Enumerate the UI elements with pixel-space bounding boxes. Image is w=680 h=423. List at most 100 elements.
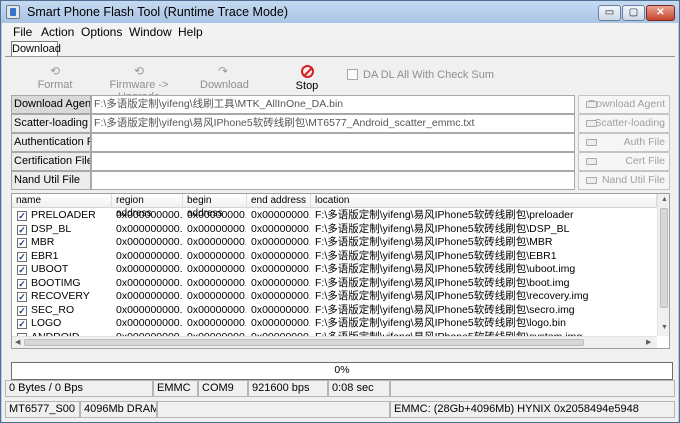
list-header: name region address begin address end ad… <box>12 194 657 219</box>
scroll-right-icon[interactable]: ▶ <box>646 338 651 346</box>
row-checkbox[interactable]: ✓ <box>17 305 27 316</box>
folder-icon <box>586 101 597 108</box>
row-checkbox[interactable]: ✓ <box>17 251 27 262</box>
table-row[interactable]: ✓ DSP_BL 0x000000000... 0x00000000... 0x0000… <box>12 223 657 237</box>
row-checkbox[interactable]: ✓ <box>17 319 27 329</box>
download-button[interactable]: ↷ Download <box>200 64 249 91</box>
table-row[interactable]: ✓ SEC_RO 0x000000000... 0x00000000... 0x0000… <box>12 304 657 318</box>
menu-help[interactable]: Help <box>178 25 203 39</box>
download-agent-button[interactable]: Download Agent <box>578 95 670 114</box>
da-dl-all-checkbox[interactable] <box>347 69 358 80</box>
vertical-scroll-thumb[interactable] <box>660 208 668 308</box>
table-row[interactable]: ✓ MBR 0x000000000... 0x00000000... 0x0000000… <box>12 236 657 250</box>
cert-file-button[interactable]: Cert File <box>578 152 670 171</box>
table-row[interactable]: ✓ PRELOADER 0x000000000... 0x00000000... 0x0… <box>12 209 657 223</box>
download-agent-label: Download Agent <box>11 95 91 114</box>
scroll-down-icon[interactable]: ▼ <box>661 324 668 331</box>
row-location: F:\多语版定制\yifeng\易风IPhone5软砖线刷包\preloader <box>315 209 574 221</box>
row-checkbox[interactable]: ✓ <box>17 211 27 221</box>
vertical-scrollbar[interactable]: ▲ ▼ <box>657 194 669 336</box>
status-blank <box>157 401 390 418</box>
row-end-address: 0x00000000... <box>251 236 310 248</box>
auth-file-button[interactable]: Auth File <box>578 133 670 152</box>
cert-file-button-label: Cert File <box>625 155 665 167</box>
table-row[interactable]: ✓ BOOTIMG 0x000000000... 0x00000000... 0x000… <box>12 277 657 291</box>
row-begin-address: 0x00000000... <box>187 303 246 316</box>
app-window: Smart Phone Flash Tool (Runtime Trace Mo… <box>0 0 680 423</box>
row-checkbox[interactable]: ✓ <box>17 292 27 302</box>
row-name: LOGO <box>31 317 62 329</box>
menu-bar: File Action Options Window Help <box>2 23 678 41</box>
format-icon: ⟲ <box>49 64 61 78</box>
row-end-address: 0x00000000... <box>251 303 310 316</box>
transfer-rate-status: 0 Bytes / 0 Bps <box>5 380 153 397</box>
horizontal-scroll-thumb[interactable] <box>24 339 584 346</box>
auth-file-button-label: Auth File <box>623 136 665 148</box>
partition-list: name region address begin address end ad… <box>11 193 670 349</box>
row-name: SEC_RO <box>31 303 75 316</box>
window-title: Smart Phone Flash Tool (Runtime Trace Mo… <box>27 5 288 19</box>
row-region-address: 0x000000000... <box>116 290 182 302</box>
download-icon: ↷ <box>217 64 229 78</box>
download-agent-field[interactable]: F:\多语版定制\yifeng\线刷工具\MTK_AllInOne_DA.bin <box>91 95 575 114</box>
scatter-loading-button[interactable]: Scatter-loading <box>578 114 670 133</box>
menu-action[interactable]: Action <box>41 25 74 39</box>
row-checkbox[interactable]: ✓ <box>17 238 27 248</box>
row-location: F:\多语版定制\yifeng\易风IPhone5软砖线刷包\MBR <box>315 236 553 248</box>
menu-window[interactable]: Window <box>129 25 172 39</box>
nand-util-file-label: Nand Util File <box>11 171 91 190</box>
row-checkbox[interactable]: ✓ <box>17 224 27 235</box>
row-region-address: 0x000000000... <box>116 249 182 262</box>
horizontal-scrollbar[interactable]: ◀ ▶ <box>12 336 657 348</box>
row-end-address: 0x00000000... <box>251 209 310 221</box>
menu-options[interactable]: Options <box>81 25 122 39</box>
folder-icon <box>586 120 597 127</box>
row-begin-address: 0x00000000... <box>187 317 246 329</box>
row-checkbox[interactable]: ✓ <box>17 278 27 289</box>
column-begin-address[interactable]: begin address <box>183 194 247 219</box>
row-checkbox[interactable]: ✓ <box>17 265 27 275</box>
column-region-address[interactable]: region address <box>112 194 183 219</box>
firmware-icon: ⟲ <box>133 64 145 78</box>
scroll-left-icon[interactable]: ◀ <box>15 338 20 346</box>
row-end-address: 0x00000000... <box>251 290 310 302</box>
row-region-address: 0x000000000... <box>116 276 182 289</box>
close-button[interactable]: ✕ <box>646 5 675 21</box>
row-location: F:\多语版定制\yifeng\易风IPhone5软砖线刷包\secro.img <box>315 303 575 316</box>
da-dl-all-label: DA DL All With Check Sum <box>363 69 495 81</box>
main-panel: Download ⟲ Format ⟲ Firmware -> Upgrade … <box>2 41 678 422</box>
tab-divider <box>5 56 675 57</box>
column-name[interactable]: name <box>12 194 112 208</box>
cert-file-field[interactable] <box>91 152 575 171</box>
scroll-up-icon[interactable]: ▲ <box>661 196 668 203</box>
nand-util-file-field[interactable] <box>91 171 575 190</box>
table-row[interactable]: ✓ RECOVERY 0x000000000... 0x00000000... 0x00… <box>12 290 657 304</box>
scatter-file-label: Scatter-loading File <box>11 114 91 133</box>
nand-util-file-button[interactable]: Nand Util File <box>578 171 670 190</box>
tab-download[interactable]: Download <box>11 41 61 57</box>
folder-icon <box>586 158 597 165</box>
title-bar[interactable]: Smart Phone Flash Tool (Runtime Trace Mo… <box>1 1 679 23</box>
column-location[interactable]: location <box>311 194 657 208</box>
table-row[interactable]: ✓ LOGO 0x000000000... 0x00000000... 0x000000… <box>12 317 657 331</box>
scatter-file-field[interactable]: F:\多语版定制\yifeng\易风IPhone5软砖线刷包\MT6577_An… <box>91 114 575 133</box>
minimize-button[interactable]: ▭ <box>598 5 621 21</box>
status-spacer <box>390 380 675 397</box>
format-button[interactable]: ⟲ Format <box>33 65 77 91</box>
folder-icon <box>586 177 597 184</box>
stop-button[interactable]: Stop <box>292 65 322 92</box>
menu-file[interactable]: File <box>13 25 32 39</box>
folder-icon <box>586 139 597 146</box>
table-row[interactable]: ✓ UBOOT 0x000000000... 0x00000000... 0x00000… <box>12 263 657 277</box>
scatter-loading-button-label: Scatter-loading <box>594 117 665 129</box>
column-end-address[interactable]: end address <box>247 194 311 208</box>
table-row[interactable]: ✓ EBR1 0x000000000... 0x00000000... 0x000000… <box>12 250 657 264</box>
row-region-address: 0x000000000... <box>116 263 182 275</box>
app-icon <box>6 5 20 19</box>
auth-file-field[interactable] <box>91 133 575 152</box>
row-begin-address: 0x00000000... <box>187 209 246 221</box>
row-region-address: 0x000000000... <box>116 236 182 248</box>
com-port-status: COM9 <box>198 380 248 397</box>
row-name: MBR <box>31 236 55 248</box>
maximize-button[interactable]: ▢ <box>622 5 645 21</box>
